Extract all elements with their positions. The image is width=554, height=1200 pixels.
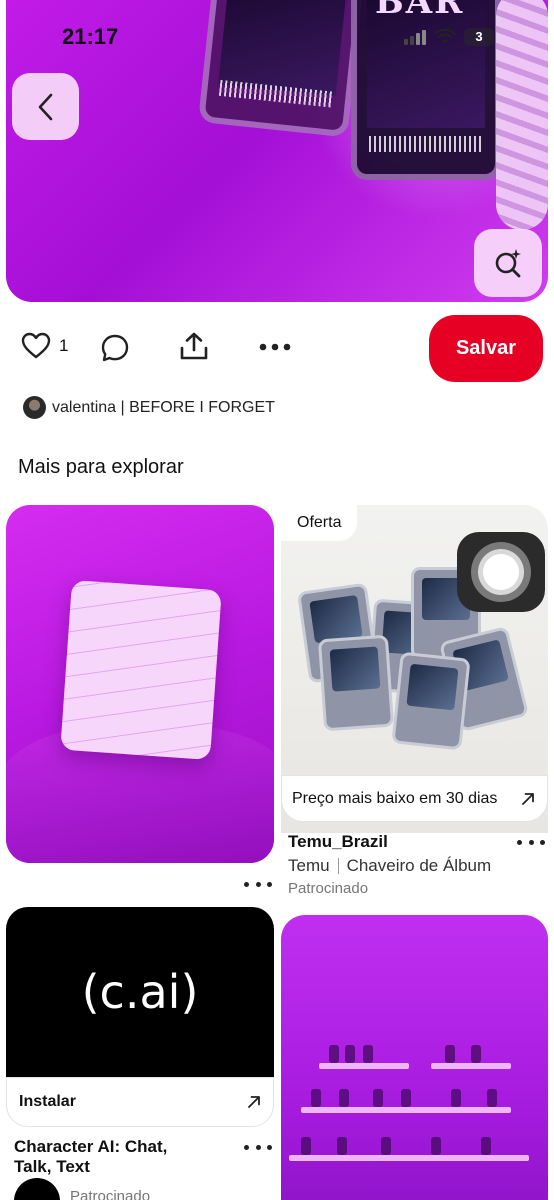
comment-button[interactable] [100,333,130,363]
share-button[interactable] [179,331,209,361]
install-label: Instalar [19,1093,76,1110]
section-title: Mais para explorar [18,456,184,478]
visual-search-button[interactable] [474,229,542,297]
author-name[interactable]: valentina | BEFORE I FORGET [52,399,275,417]
separator [337,858,339,874]
battery-indicator: 3 [464,28,494,46]
arrow-up-right-icon [522,792,534,805]
heart-icon [21,332,51,359]
more-options-button[interactable] [259,343,291,351]
back-button[interactable] [12,73,79,140]
cai-title-line2[interactable]: Talk, Text [14,1157,90,1177]
wifi-icon [434,29,456,44]
chevron-left-icon [38,93,52,120]
temu-cta-label: Preço mais baixo em 30 dias [292,789,498,807]
pillow-image [60,579,222,761]
case-art-title: BAR [375,0,465,22]
save-button[interactable]: Salvar [429,315,543,382]
pillow-pin-card[interactable] [6,505,274,863]
status-bar: 21:17 3 [0,22,554,52]
temu-subtitle: Temu Chaveiro de Álbum [288,856,491,876]
cai-logo: (c.ai) [81,965,199,1019]
install-button[interactable]: Instalar [6,1077,274,1127]
cai-avatar[interactable] [14,1178,60,1200]
signal-icon [404,29,426,45]
offer-badge: Oferta [281,505,358,541]
temu-more-button[interactable] [517,832,545,852]
visual-search-icon [495,249,521,278]
author-avatar[interactable] [23,396,46,419]
room-pin-card[interactable] [281,915,548,1200]
comment-icon [101,334,129,362]
assistive-touch-button[interactable] [457,532,545,612]
temu-advertiser: Temu [288,856,330,875]
cai-title-line1[interactable]: Character AI: Chat, [14,1137,167,1157]
pin-action-bar: 1 Salvar [0,314,554,384]
share-icon [180,332,208,360]
cai-sponsored-label: Patrocinado [70,1188,151,1200]
like-count: 1 [59,335,69,355]
temu-cta-button[interactable]: Preço mais baixo em 30 dias [281,775,548,822]
temu-title[interactable]: Temu_Brazil [288,832,388,852]
status-time: 21:17 [62,24,119,49]
temu-sponsored-label: Patrocinado [288,880,369,897]
phone-case-left [198,0,364,138]
pin-author[interactable]: valentina | BEFORE I FORGET [23,396,275,419]
like-button[interactable]: 1 [21,332,68,359]
pillow-pin-more-button[interactable] [244,874,272,894]
arrow-up-right-icon [248,1096,260,1108]
more-icon [259,343,291,351]
cai-ad-image[interactable]: (c.ai) [6,907,274,1077]
cai-more-button[interactable] [244,1137,272,1157]
temu-product: Chaveiro de Álbum [346,856,492,875]
